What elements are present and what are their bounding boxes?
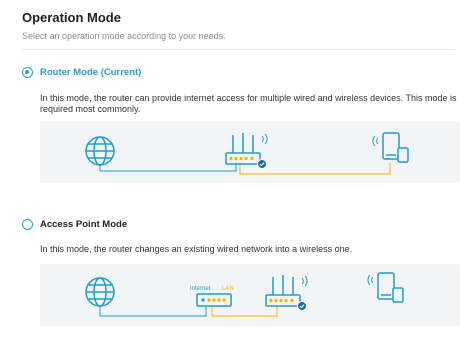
access-point-mode-diagram: Internet LAN [40,264,460,326]
mobile-devices-icon [382,132,409,163]
modem-icon [196,293,232,307]
router-mode-diagram [40,121,460,183]
router-icon [225,133,267,169]
header-divider [22,49,454,50]
router-mode-description: In this mode, the router can provide int… [40,93,457,114]
page-title: Operation Mode [22,10,121,25]
access-point-mode-option[interactable]: Access Point Mode [22,219,127,230]
router-mode-option[interactable]: Router Mode (Current) [22,67,141,78]
router-mode-radio[interactable] [22,67,33,78]
wifi-signal-icon [372,135,379,147]
access-point-mode-label[interactable]: Access Point Mode [40,219,127,230]
wifi-signal-icon [301,275,308,287]
internet-port-label: Internet [190,286,211,292]
globe-icon [85,136,115,166]
lan-port-label: LAN [222,286,234,292]
page-subtitle: Select an operation mode according to yo… [22,31,226,41]
router-mode-label[interactable]: Router Mode (Current) [40,67,141,78]
access-point-mode-description: In this mode, the router changes an exis… [40,244,353,254]
mobile-devices-icon [377,272,404,303]
wifi-signal-icon [261,133,268,145]
access-point-mode-radio[interactable] [22,219,33,230]
wifi-signal-icon [367,274,374,286]
router-icon [265,275,307,311]
globe-icon [85,277,115,307]
